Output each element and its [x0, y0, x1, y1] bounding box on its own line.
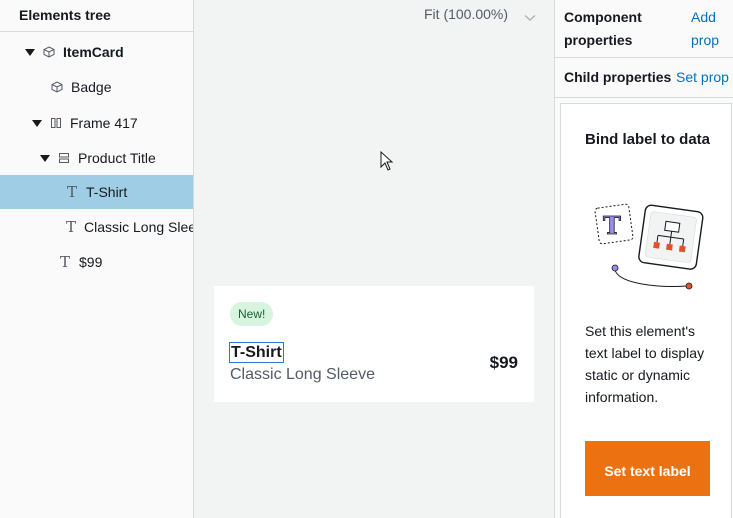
tree-item-label: Badge [71, 79, 112, 95]
tree-item-label: ItemCard [63, 44, 124, 60]
card-price[interactable]: $99 [490, 353, 518, 373]
set-prop-link[interactable]: Set prop [676, 69, 729, 85]
text-icon: T [66, 217, 77, 236]
card-title[interactable]: T-Shirt [229, 342, 284, 363]
tree-item-price[interactable]: T $99 [0, 245, 193, 279]
tree-item-label: Frame 417 [70, 115, 138, 131]
caret-down-icon[interactable] [32, 118, 42, 128]
bind-label-title: Bind label to data [585, 131, 711, 148]
add-prop-link[interactable]: Add prop [691, 6, 731, 52]
elements-tree-panel: Elements tree ItemCard Badge Frame 417 P… [0, 0, 194, 518]
child-properties-title: Child properties [564, 69, 672, 85]
text-icon: T [59, 252, 70, 271]
text-icon: T [66, 182, 77, 201]
svg-text:T: T [603, 211, 621, 240]
tree-item-label: $99 [79, 254, 103, 270]
card-subtitle[interactable]: Classic Long Sleeve [230, 366, 375, 384]
mouse-cursor-icon [380, 150, 394, 174]
component-cube-icon [51, 80, 63, 94]
zoom-select[interactable]: Fit (100.00%) [424, 6, 536, 22]
data-binding-illustration: T [589, 198, 709, 301]
caret-down-icon[interactable] [25, 47, 35, 57]
caret-down-icon[interactable] [40, 153, 50, 163]
zoom-label: Fit (100.00%) [424, 6, 509, 22]
tree-item-frame-417[interactable]: Frame 417 [0, 106, 193, 140]
tree-item-label: T-Shirt [86, 184, 128, 200]
new-badge[interactable]: New! [230, 302, 274, 326]
tree-item-itemcard[interactable]: ItemCard [0, 35, 193, 69]
properties-panel: Component properties Add prop Child prop… [554, 0, 733, 518]
component-properties-title: Component properties [564, 9, 642, 48]
tree-item-product-title[interactable]: Product Title [0, 141, 193, 175]
tree-item-t-shirt[interactable]: T T-Shirt [0, 175, 193, 209]
bind-label-card: Bind label to data T Set this element's … [560, 103, 732, 518]
tree-item-label: Classic Long Sleeve [84, 219, 193, 235]
elements-tree-header: Elements tree [0, 0, 193, 32]
tree-item-badge[interactable]: Badge [0, 70, 193, 104]
frame-columns-icon [50, 116, 62, 130]
tree-item-label: Product Title [78, 150, 156, 166]
frame-rows-icon [58, 151, 70, 165]
component-cube-icon [43, 45, 55, 59]
design-canvas[interactable]: Fit (100.00%) New! T-Shirt Classic Long … [194, 0, 554, 518]
component-properties-section: Component properties Add prop [555, 0, 733, 58]
child-properties-section: Child properties Set prop [555, 58, 733, 98]
tree-item-classic-long-sleeve[interactable]: T Classic Long Sleeve [0, 210, 193, 244]
set-text-label-button[interactable]: Set text label [585, 441, 710, 496]
bind-label-description: Set this element's text label to display… [585, 323, 705, 405]
chevron-down-icon [524, 9, 536, 22]
item-card-preview[interactable]: New! T-Shirt Classic Long Sleeve $99 [214, 286, 534, 402]
